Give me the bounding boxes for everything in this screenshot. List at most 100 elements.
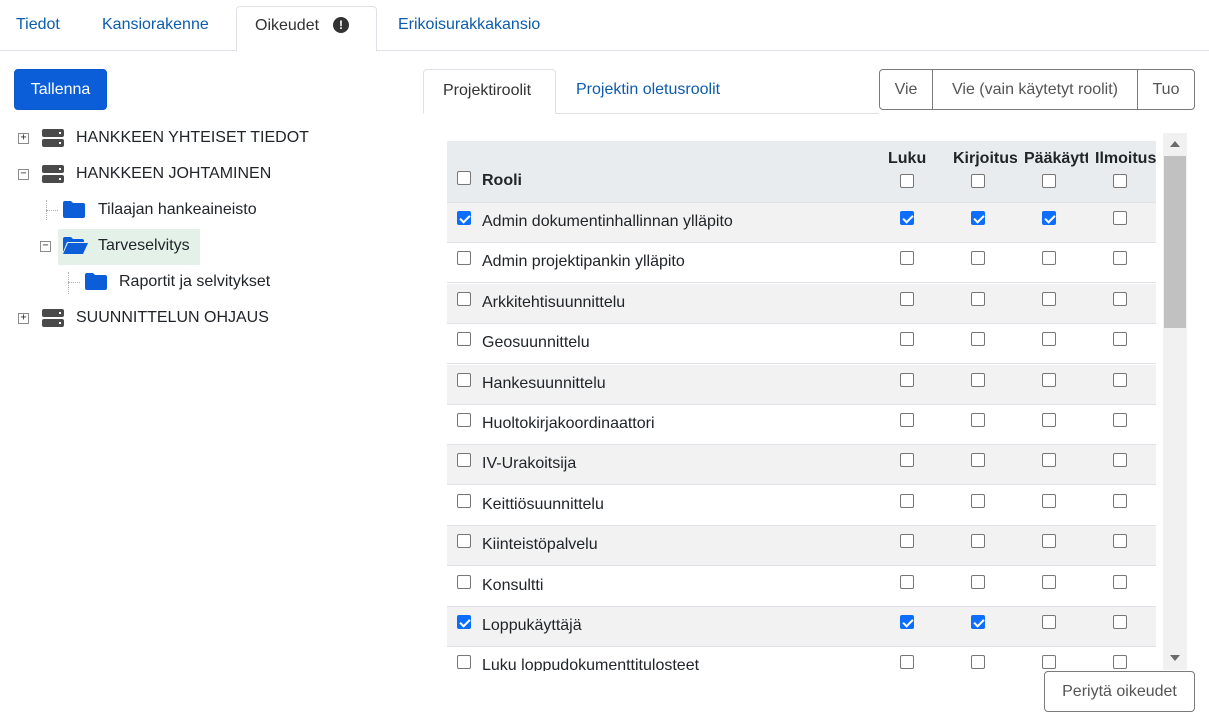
import-button[interactable]: Tuo	[1137, 69, 1195, 110]
permission-checkbox-ilmoitus[interactable]	[1113, 574, 1127, 589]
row-select-checkbox[interactable]	[457, 291, 471, 306]
permission-checkbox-paakayttaja[interactable]	[1042, 291, 1056, 306]
permission-checkbox-paakayttaja[interactable]	[1042, 655, 1056, 670]
permission-checkbox-ilmoitus[interactable]	[1113, 615, 1127, 629]
export-button[interactable]: Vie	[879, 69, 933, 110]
header-checkbox-paakayttaja[interactable]	[1042, 174, 1056, 188]
table-row: Luku loppudokumenttitulosteet	[447, 647, 1156, 671]
expand-icon[interactable]: +	[18, 133, 29, 144]
permission-checkbox-ilmoitus[interactable]	[1113, 372, 1127, 387]
permission-checkbox-paakayttaja[interactable]	[1042, 332, 1056, 347]
permission-checkbox-paakayttaja[interactable]	[1042, 211, 1056, 225]
tree-item-hankkeen-yhteiset-tiedot[interactable]: HANKKEEN YHTEISET TIEDOT	[76, 129, 309, 147]
tab-projektiroolit[interactable]: Projektiroolit	[423, 69, 556, 114]
inherit-permissions-button[interactable]: Periytä oikeudet	[1044, 671, 1195, 712]
row-select-checkbox[interactable]	[457, 574, 471, 589]
header-checkbox-ilmoitus[interactable]	[1113, 174, 1127, 188]
row-select-checkbox[interactable]	[457, 453, 471, 468]
tab-kansiorakenne[interactable]: Kansiorakenne	[102, 16, 209, 34]
header-checkbox-kirjoitus[interactable]	[971, 174, 985, 188]
permission-checkbox-paakayttaja[interactable]	[1042, 413, 1056, 427]
permission-checkbox-ilmoitus[interactable]	[1113, 332, 1127, 347]
expand-icon[interactable]: +	[18, 313, 29, 324]
role-name: Geosuunnittelu	[482, 334, 590, 352]
table-row: Admin projektipankin ylläpito	[447, 243, 1156, 284]
tab-projektin-oletusroolit[interactable]: Projektin oletusroolit	[576, 81, 720, 99]
permission-checkbox-luku[interactable]	[900, 453, 914, 468]
permission-checkbox-luku[interactable]	[900, 372, 914, 387]
permission-checkbox-kirjoitus[interactable]	[971, 493, 985, 508]
permission-checkbox-ilmoitus[interactable]	[1113, 655, 1127, 670]
permission-checkbox-ilmoitus[interactable]	[1113, 493, 1127, 508]
permission-checkbox-luku[interactable]	[900, 413, 914, 427]
row-select-checkbox[interactable]	[457, 493, 471, 508]
permission-checkbox-kirjoitus[interactable]	[971, 453, 985, 468]
row-select-checkbox[interactable]	[457, 655, 471, 670]
row-select-checkbox[interactable]	[457, 211, 471, 225]
row-select-checkbox[interactable]	[457, 615, 471, 629]
tree-item-hankkeen-johtaminen[interactable]: HANKKEEN JOHTAMINEN	[76, 165, 271, 183]
permission-checkbox-luku[interactable]	[900, 211, 914, 225]
collapse-icon[interactable]: −	[40, 241, 51, 252]
permission-checkbox-kirjoitus[interactable]	[971, 655, 985, 670]
tree-item-suunnittelun-ohjaus[interactable]: SUUNNITTELUN OHJAUS	[76, 309, 269, 327]
column-header-luku: Luku	[888, 150, 927, 167]
permission-checkbox-ilmoitus[interactable]	[1113, 291, 1127, 306]
permission-checkbox-ilmoitus[interactable]	[1113, 413, 1127, 427]
permission-checkbox-kirjoitus[interactable]	[971, 413, 985, 427]
permission-checkbox-luku[interactable]	[900, 332, 914, 347]
permission-checkbox-kirjoitus[interactable]	[971, 534, 985, 549]
tab-tiedot[interactable]: Tiedot	[16, 16, 60, 34]
row-select-checkbox[interactable]	[457, 413, 471, 427]
permission-checkbox-kirjoitus[interactable]	[971, 332, 985, 347]
permission-checkbox-kirjoitus[interactable]	[971, 211, 985, 225]
tree-item-tarveselvitys[interactable]: Tarveselvitys	[98, 237, 190, 255]
role-name: IV-Urakoitsija	[482, 455, 577, 473]
scrollbar-thumb[interactable]	[1164, 156, 1186, 328]
permission-checkbox-luku[interactable]	[900, 291, 914, 306]
permission-checkbox-paakayttaja[interactable]	[1042, 534, 1056, 549]
permission-checkbox-luku[interactable]	[900, 574, 914, 589]
tree-item-tilaajan-hankeaineisto[interactable]: Tilaajan hankeaineisto	[98, 201, 257, 219]
save-button[interactable]: Tallenna	[14, 69, 107, 110]
permission-checkbox-paakayttaja[interactable]	[1042, 615, 1056, 629]
column-header-kirjoitus: Kirjoitus	[953, 150, 1017, 167]
tab-erikoisurakkakansio[interactable]: Erikoisurakkakansio	[398, 16, 540, 34]
tree-item-raportit-ja-selvitykset[interactable]: Raportit ja selvitykset	[119, 273, 270, 291]
permission-checkbox-kirjoitus[interactable]	[971, 291, 985, 306]
permission-checkbox-paakayttaja[interactable]	[1042, 251, 1056, 266]
permission-checkbox-ilmoitus[interactable]	[1113, 251, 1127, 266]
scroll-down-arrow-icon[interactable]	[1170, 655, 1180, 661]
permission-checkbox-paakayttaja[interactable]	[1042, 453, 1056, 468]
permission-checkbox-ilmoitus[interactable]	[1113, 453, 1127, 468]
tab-oikeudet[interactable]: Oikeudet!	[236, 6, 377, 52]
role-name: Arkkitehtisuunnittelu	[482, 293, 626, 311]
permission-checkbox-paakayttaja[interactable]	[1042, 574, 1056, 589]
row-select-checkbox[interactable]	[457, 372, 471, 387]
header-checkbox-luku[interactable]	[900, 174, 914, 188]
role-name: Admin dokumentinhallinnan ylläpito	[482, 213, 733, 230]
permission-checkbox-ilmoitus[interactable]	[1113, 534, 1127, 549]
permission-checkbox-luku[interactable]	[900, 251, 914, 266]
row-select-checkbox[interactable]	[457, 251, 471, 266]
export-used-roles-button[interactable]: Vie (vain käytetyt roolit)	[932, 69, 1138, 110]
permission-checkbox-paakayttaja[interactable]	[1042, 493, 1056, 508]
row-select-checkbox[interactable]	[457, 332, 471, 347]
permission-checkbox-luku[interactable]	[900, 493, 914, 508]
permission-checkbox-luku[interactable]	[900, 655, 914, 670]
permission-checkbox-kirjoitus[interactable]	[971, 574, 985, 589]
permission-checkbox-luku[interactable]	[900, 615, 914, 629]
permission-checkbox-kirjoitus[interactable]	[971, 251, 985, 266]
select-all-checkbox[interactable]	[457, 171, 471, 185]
scroll-up-arrow-icon[interactable]	[1170, 141, 1180, 147]
permission-checkbox-luku[interactable]	[900, 534, 914, 549]
row-select-checkbox[interactable]	[457, 534, 471, 549]
table-header: Rooli Luku Kirjoitus Pääkäyttäjä Ilmoitu…	[447, 141, 1156, 203]
collapse-icon[interactable]: −	[18, 169, 29, 180]
permission-checkbox-paakayttaja[interactable]	[1042, 372, 1056, 387]
role-name: Luku loppudokumenttitulosteet	[482, 657, 700, 671]
permission-checkbox-kirjoitus[interactable]	[971, 372, 985, 387]
folder-open-icon	[63, 237, 88, 254]
permission-checkbox-ilmoitus[interactable]	[1113, 211, 1127, 225]
permission-checkbox-kirjoitus[interactable]	[971, 615, 985, 629]
